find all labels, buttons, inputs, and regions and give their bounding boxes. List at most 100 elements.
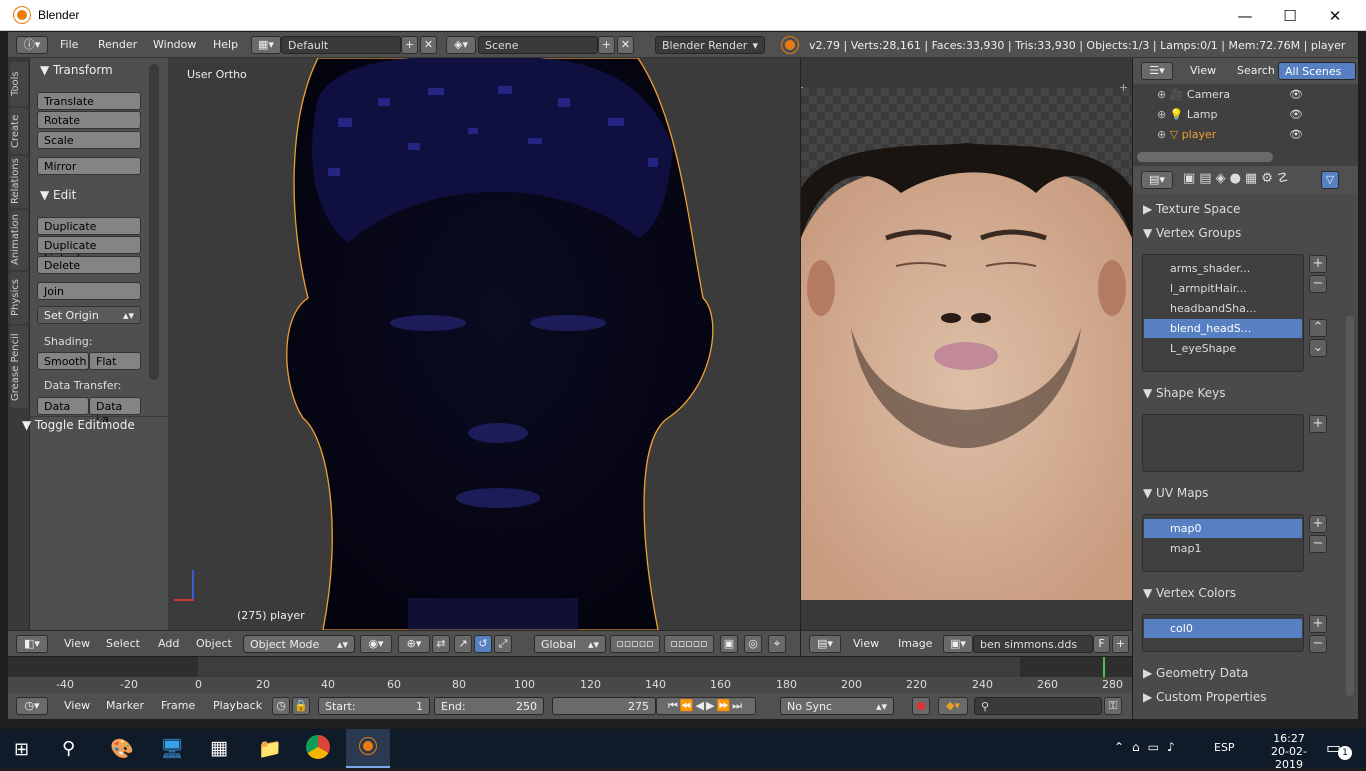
edit-panel-header[interactable]: ▼ Edit — [40, 188, 76, 202]
layers-icon[interactable]: ▫▫▫▫▫ — [610, 635, 660, 653]
vertex-group-item[interactable]: L_eyeShape — [1144, 339, 1302, 358]
outliner-item-lamp[interactable]: ⊕ 💡 Lamp 👁 — [1157, 108, 1327, 128]
menu-view[interactable]: View — [853, 637, 879, 650]
translate-manipulator-icon[interactable]: ↗ — [454, 635, 472, 653]
tab-relations[interactable]: Relations — [10, 156, 28, 208]
menu-search[interactable]: Search — [1237, 64, 1275, 77]
menu-add[interactable]: Add — [158, 637, 179, 650]
maximize-button[interactable]: ☐ — [1275, 6, 1305, 26]
menu-select[interactable]: Select — [106, 637, 140, 650]
eye-icon[interactable]: 👁 — [1289, 128, 1303, 141]
vertex-groups-panel[interactable]: ▼ Vertex Groups — [1143, 226, 1241, 240]
move-down-button[interactable]: ⌄ — [1309, 339, 1327, 357]
custom-properties-panel[interactable]: ▶ Custom Properties — [1143, 690, 1266, 704]
corner-icon[interactable]: + — [801, 81, 807, 94]
menu-playback[interactable]: Playback — [213, 699, 262, 712]
timeline[interactable]: -40 -20 0 20 40 60 80 100 120 140 160 18… — [8, 657, 1132, 693]
orientation-select[interactable]: Global ▴▾ — [534, 635, 606, 653]
image-editor[interactable]: + + — [801, 58, 1132, 630]
editor-type-info-button[interactable]: ⓘ▾ — [16, 36, 48, 54]
tab-physics[interactable]: Physics — [10, 272, 28, 324]
tab-grease-pencil[interactable]: Grease Pencil — [10, 326, 28, 408]
tab-animation[interactable]: Animation — [10, 210, 28, 270]
fake-user-button[interactable]: F — [1093, 635, 1110, 653]
uv-maps-panel[interactable]: ▼ UV Maps — [1143, 486, 1208, 500]
control-panel-icon[interactable]: 🖥 — [160, 737, 184, 760]
editor-type-3d-button[interactable]: ◧▾ — [16, 635, 48, 653]
tab-tools[interactable]: Tools — [10, 62, 28, 106]
current-frame-field[interactable]: 275 — [552, 697, 656, 715]
mirror-button[interactable]: Mirror — [37, 157, 141, 175]
menu-help[interactable]: Help — [213, 38, 238, 51]
rotate-button[interactable]: Rotate — [37, 111, 141, 129]
editor-type-outliner-button[interactable]: ☰▾ — [1141, 62, 1173, 80]
remove-screen-icon[interactable]: ✕ — [420, 36, 437, 54]
data-layout-button[interactable]: Data La — [89, 397, 141, 426]
remove-uv-map-button[interactable]: − — [1309, 535, 1327, 553]
mesh-data-tab-icon[interactable]: ▽ — [1321, 171, 1339, 189]
manipulator-icon[interactable]: ⇄ — [432, 635, 450, 653]
move-up-button[interactable]: ⌃ — [1309, 319, 1327, 337]
playback-controls[interactable]: ⏮⏪◀▶⏩⏭ — [656, 697, 756, 715]
outliner-item-player[interactable]: ⊕ ▽ player 👁 — [1157, 128, 1327, 148]
toolshelf-scrollbar[interactable] — [149, 64, 159, 380]
sync-select[interactable]: No Sync ▴▾ — [780, 697, 894, 715]
clock[interactable]: 16:27 20-02-2019 — [1258, 732, 1320, 771]
record-icon[interactable]: ● — [912, 697, 930, 715]
vertex-colors-panel[interactable]: ▼ Vertex Colors — [1143, 586, 1236, 600]
join-button[interactable]: Join — [37, 282, 141, 300]
add-shape-key-button[interactable]: + — [1309, 415, 1327, 433]
keying-set-icon[interactable]: ◆▾ — [938, 697, 968, 715]
display-mode-select[interactable]: All Scenes — [1278, 62, 1356, 80]
file-explorer-icon[interactable]: 📁 — [258, 737, 282, 760]
uv-map-item[interactable]: map0 — [1144, 519, 1302, 538]
system-tray-icons[interactable]: ⌃⌂▭♪ — [1114, 740, 1183, 754]
duplicate-linked-button[interactable]: Duplicate Linked — [37, 236, 141, 265]
vertex-group-item[interactable]: arms_shader... — [1144, 259, 1302, 278]
language-indicator[interactable]: ESP — [1214, 741, 1235, 754]
menu-file[interactable]: File — [60, 38, 78, 51]
layers-2-icon[interactable]: ▫▫▫▫▫ — [664, 635, 714, 653]
eye-icon[interactable]: 👁 — [1289, 88, 1303, 101]
search-icon[interactable]: ⚲ — [62, 738, 75, 759]
properties-scrollbar[interactable] — [1346, 316, 1354, 696]
remove-vertex-color-button[interactable]: − — [1309, 635, 1327, 653]
insert-keyframe-icon[interactable]: ⚿ — [1104, 697, 1122, 715]
editor-type-properties-button[interactable]: ▤▾ — [1141, 171, 1173, 189]
transform-panel-header[interactable]: ▼ Transform — [40, 63, 113, 77]
calculator-icon[interactable]: ▦ — [210, 737, 228, 759]
blender-taskbar-item[interactable] — [346, 729, 390, 768]
start-button[interactable]: ⊞ — [14, 739, 29, 760]
editor-type-image-button[interactable]: ▤▾ — [809, 635, 841, 653]
vertex-group-item[interactable]: headbandSha... — [1144, 299, 1302, 318]
lock-icon[interactable]: 🔒 — [292, 697, 310, 715]
remove-scene-icon[interactable]: ✕ — [617, 36, 634, 54]
menu-marker[interactable]: Marker — [106, 699, 144, 712]
eye-icon[interactable]: 👁 — [1289, 108, 1303, 121]
context-tabs[interactable]: ▣▤◈●▦⚙☡ — [1183, 171, 1293, 186]
proportional-edit-icon[interactable]: ◎ — [744, 635, 762, 653]
editor-type-timeline-button[interactable]: ◷▾ — [16, 697, 48, 715]
data-transfer-button[interactable]: Data — [37, 397, 89, 415]
chrome-icon[interactable] — [306, 735, 330, 759]
set-origin-menu[interactable]: Set Origin ▴▾ — [37, 306, 141, 324]
shape-keys-panel[interactable]: ▼ Shape Keys — [1143, 386, 1225, 400]
keying-set-field[interactable]: ⚲ — [974, 697, 1102, 715]
close-button[interactable]: ✕ — [1320, 6, 1350, 26]
uv-map-item[interactable]: map1 — [1144, 539, 1302, 558]
menu-view[interactable]: View — [64, 699, 90, 712]
pivot-point-icon[interactable]: ⊕▾ — [398, 635, 430, 653]
minimize-button[interactable]: — — [1230, 6, 1260, 26]
start-frame-field[interactable]: Start: 1 — [318, 697, 430, 715]
vertex-group-item[interactable]: blend_headS... — [1144, 319, 1302, 338]
menu-render[interactable]: Render — [98, 38, 137, 51]
scene-field[interactable]: Scene — [478, 36, 598, 54]
scale-manipulator-icon[interactable]: ⤢ — [494, 635, 512, 653]
add-scene-icon[interactable]: + — [598, 36, 615, 54]
add-vertex-group-button[interactable]: + — [1309, 255, 1327, 273]
translate-button[interactable]: Translate — [37, 92, 141, 110]
delete-button[interactable]: Delete — [37, 256, 141, 274]
mode-select[interactable]: Object Mode ▴▾ — [243, 635, 355, 653]
screen-layout-icon[interactable]: ▦▾ — [251, 36, 281, 54]
menu-window[interactable]: Window — [153, 38, 196, 51]
